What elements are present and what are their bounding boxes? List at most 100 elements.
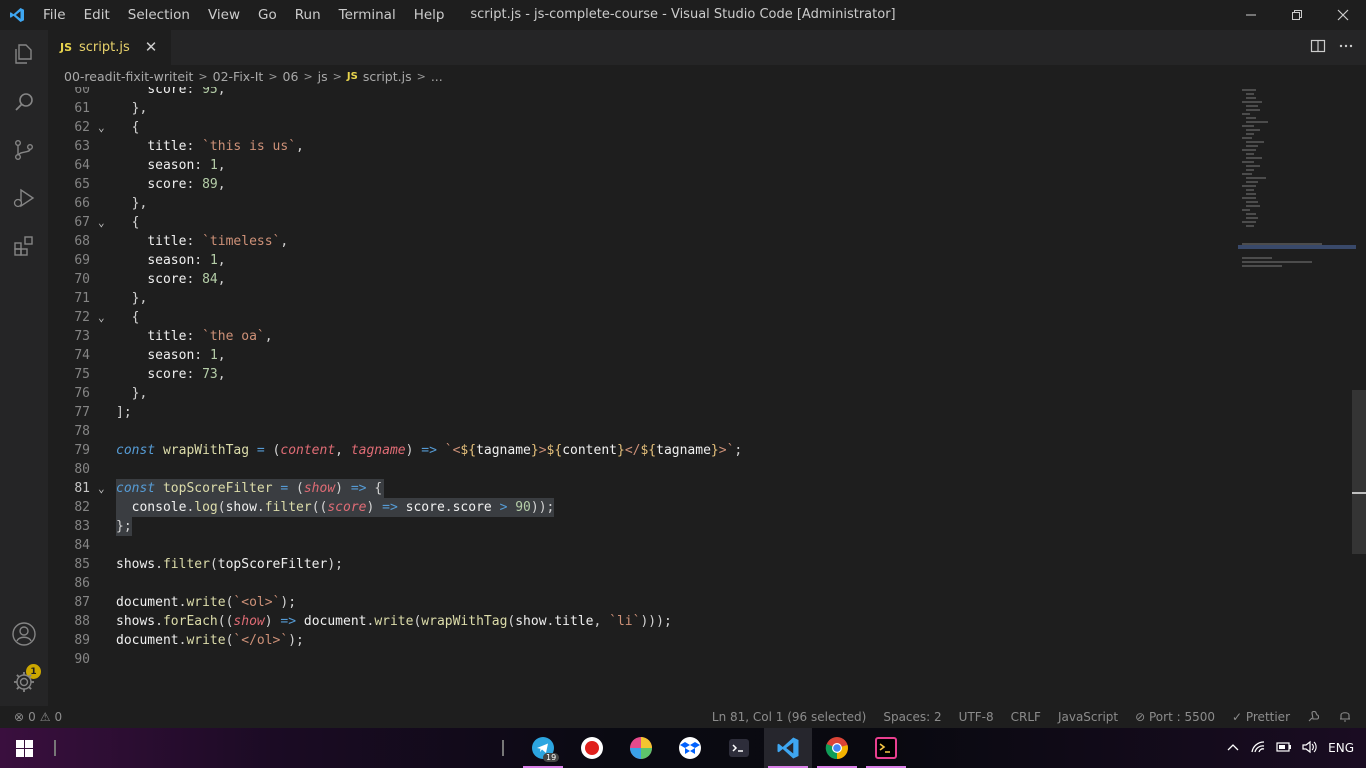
- fold-chevron-icon[interactable]: ⌄: [98, 479, 110, 498]
- encoding[interactable]: UTF-8: [959, 710, 994, 724]
- code-line[interactable]: 84: [48, 536, 1238, 555]
- color-picker-icon[interactable]: [617, 728, 665, 768]
- code-line[interactable]: 62 ⌄ {: [48, 118, 1238, 137]
- notifications-bell-icon[interactable]: [1338, 709, 1352, 726]
- minimap-slider[interactable]: [1238, 245, 1356, 249]
- code-line[interactable]: 89 document.write(`</ol>`);: [48, 631, 1238, 650]
- code-line[interactable]: 78: [48, 422, 1238, 441]
- minimap-line: [1246, 165, 1260, 167]
- minimize-button[interactable]: [1228, 0, 1274, 30]
- code-line[interactable]: 73 title: `the oa`,: [48, 327, 1238, 346]
- source-control-icon[interactable]: [0, 126, 48, 174]
- input-language[interactable]: ENG: [1328, 741, 1354, 755]
- breadcrumb-item[interactable]: 02-Fix-It: [213, 69, 264, 84]
- code-line[interactable]: 63 title: `this is us`,: [48, 137, 1238, 156]
- chrome-icon[interactable]: [813, 728, 861, 768]
- tab-script-js[interactable]: JS script.js ✕: [48, 30, 171, 65]
- explorer-icon[interactable]: [0, 30, 48, 78]
- code-line[interactable]: 64 season: 1,: [48, 156, 1238, 175]
- code-line[interactable]: 82 console.log(show.filter((score) => sc…: [48, 498, 1238, 517]
- dropbox-icon[interactable]: [666, 728, 714, 768]
- code-line[interactable]: 86: [48, 574, 1238, 593]
- extensions-icon[interactable]: [0, 222, 48, 270]
- minimap-line: [1246, 177, 1266, 179]
- fold-chevron-icon[interactable]: ⌄: [98, 118, 110, 137]
- run-debug-icon[interactable]: [0, 174, 48, 222]
- close-tab-icon[interactable]: ✕: [143, 39, 159, 55]
- minimap-line: [1246, 93, 1254, 95]
- breadcrumb-item[interactable]: 06: [283, 69, 299, 84]
- breadcrumb-item[interactable]: js: [318, 69, 328, 84]
- hyper-terminal-icon[interactable]: [862, 728, 910, 768]
- menu-run[interactable]: Run: [286, 0, 330, 30]
- accounts-icon[interactable]: [0, 610, 48, 658]
- code-line[interactable]: 66 },: [48, 194, 1238, 213]
- code-line[interactable]: 61 },: [48, 99, 1238, 118]
- menu-help[interactable]: Help: [405, 0, 454, 30]
- scrollbar-thumb[interactable]: [1352, 390, 1366, 554]
- editor-tabs-bar: JS script.js ✕: [48, 30, 1366, 65]
- telegram-icon[interactable]: 19: [519, 728, 567, 768]
- menu-selection[interactable]: Selection: [119, 0, 199, 30]
- more-actions-icon[interactable]: [1338, 38, 1354, 58]
- chevron-up-icon[interactable]: [1226, 740, 1240, 757]
- menu-edit[interactable]: Edit: [75, 0, 119, 30]
- code-line[interactable]: 68 title: `timeless`,: [48, 232, 1238, 251]
- live-server-port[interactable]: ⊘ Port : 5500: [1135, 710, 1215, 724]
- code-line[interactable]: 69 season: 1,: [48, 251, 1238, 270]
- menu-terminal[interactable]: Terminal: [330, 0, 405, 30]
- code-line[interactable]: 60 score: 95,: [48, 87, 1238, 99]
- cursor-position[interactable]: Ln 81, Col 1 (96 selected): [712, 710, 866, 724]
- code-line[interactable]: 70 score: 84,: [48, 270, 1238, 289]
- code-line[interactable]: 90: [48, 650, 1238, 669]
- code-line[interactable]: 88 shows.forEach((show) => document.write…: [48, 612, 1238, 631]
- code-line[interactable]: 76 },: [48, 384, 1238, 403]
- battery-icon[interactable]: [1276, 740, 1292, 757]
- indentation[interactable]: Spaces: 2: [883, 710, 941, 724]
- terminal-app-icon[interactable]: [715, 728, 763, 768]
- code-editor[interactable]: 60 score: 95, 61 }, 62 ⌄ {63 title: `this i…: [48, 87, 1366, 706]
- code-line[interactable]: 83};: [48, 517, 1238, 536]
- line-number: 84: [74, 538, 90, 553]
- close-window-button[interactable]: [1320, 0, 1366, 30]
- search-icon[interactable]: [0, 78, 48, 126]
- code-line[interactable]: 80: [48, 460, 1238, 479]
- volume-icon[interactable]: [1302, 740, 1318, 757]
- manage-gear-icon[interactable]: [0, 658, 48, 706]
- fold-chevron-icon[interactable]: ⌄: [98, 213, 110, 232]
- split-editor-icon[interactable]: [1310, 38, 1326, 58]
- minimap-line: [1246, 157, 1262, 159]
- minimap[interactable]: [1238, 87, 1356, 706]
- fold-chevron-icon[interactable]: ⌄: [98, 308, 110, 327]
- vscode-taskbar-icon[interactable]: [764, 728, 812, 768]
- vertical-scrollbar[interactable]: [1352, 87, 1366, 706]
- feedback-icon[interactable]: [1307, 709, 1321, 726]
- wifi-icon[interactable]: [1250, 740, 1266, 757]
- line-number: 89: [74, 633, 90, 648]
- menu-view[interactable]: View: [199, 0, 249, 30]
- windows-start-icon[interactable]: [0, 728, 48, 768]
- breadcrumb-item[interactable]: 00-readit-fixit-writeit: [64, 69, 193, 84]
- end-of-line[interactable]: CRLF: [1011, 710, 1041, 724]
- code-line[interactable]: 74 season: 1,: [48, 346, 1238, 365]
- code-line[interactable]: 79 const wrapWithTag = (content, tagname)…: [48, 441, 1238, 460]
- breadcrumb-item[interactable]: script.js: [363, 69, 412, 84]
- code-line[interactable]: 65 score: 89,: [48, 175, 1238, 194]
- code-line[interactable]: 77];: [48, 403, 1238, 422]
- code-line[interactable]: 71 },: [48, 289, 1238, 308]
- problems-indicator[interactable]: ⊗ 0 ⚠ 0: [14, 710, 62, 724]
- code-line[interactable]: 81 ⌄ const topScoreFilter = (show) => {: [48, 479, 1238, 498]
- restore-button[interactable]: [1274, 0, 1320, 30]
- menu-go[interactable]: Go: [249, 0, 286, 30]
- prettier-status[interactable]: ✓ Prettier: [1232, 710, 1290, 724]
- minimap-line: [1242, 265, 1282, 267]
- code-line[interactable]: 87 document.write(`<ol>`);: [48, 593, 1238, 612]
- code-line[interactable]: 75 score: 73,: [48, 365, 1238, 384]
- code-line[interactable]: 85 shows.filter(topScoreFilter);: [48, 555, 1238, 574]
- menu-file[interactable]: File: [34, 0, 75, 30]
- breadcrumb-item[interactable]: ...: [431, 69, 443, 84]
- screen-recorder-icon[interactable]: [568, 728, 616, 768]
- code-line[interactable]: 67 ⌄ {: [48, 213, 1238, 232]
- language-mode[interactable]: JavaScript: [1058, 710, 1118, 724]
- code-line[interactable]: 72 ⌄ {: [48, 308, 1238, 327]
